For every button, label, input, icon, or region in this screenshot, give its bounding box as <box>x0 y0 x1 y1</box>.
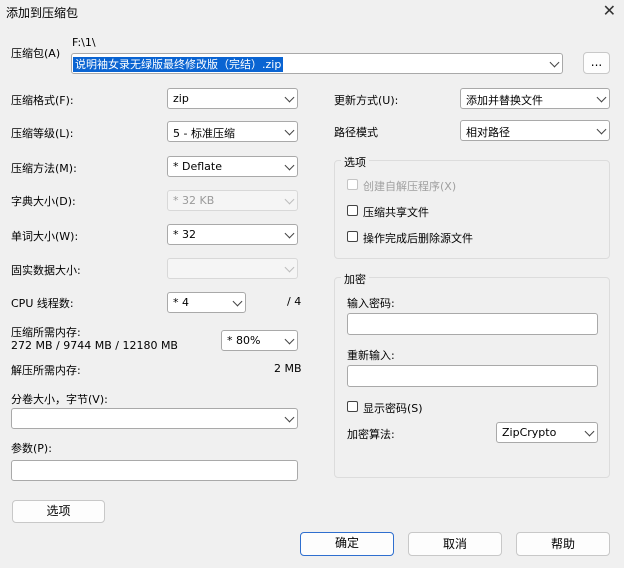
password-confirm-label: 重新输入: <box>347 349 395 362</box>
solid-select <box>167 258 298 279</box>
archive-path: F:\1\ <box>72 36 96 49</box>
archive-label: 压缩包(A) <box>11 47 61 60</box>
solid-label: 固实数据大小: <box>11 264 81 277</box>
chevron-down-icon <box>284 412 295 423</box>
chevron-down-icon <box>232 296 243 307</box>
update-label: 更新方式(U): <box>334 94 399 107</box>
shared-files-checkbox[interactable] <box>347 205 358 216</box>
decomp-value: 2 MB <box>274 362 302 375</box>
volume-combo[interactable] <box>11 408 298 429</box>
mem-percent-value: * 80% <box>227 334 261 347</box>
password-confirm-input[interactable] <box>347 365 598 387</box>
chevron-down-icon <box>284 160 295 171</box>
level-value: 5 - 标准压缩 <box>173 127 235 140</box>
params-input[interactable] <box>11 460 298 481</box>
cpu-select[interactable]: * 4 <box>167 292 246 313</box>
cpu-value: * 4 <box>173 296 189 309</box>
add-to-archive-dialog: 添加到压缩包 ✕ 压缩包(A) F:\1\ 说明袖女录无绿版最终修改版（完结）.… <box>0 0 624 568</box>
encryption-group-title: 加密 <box>341 271 369 287</box>
browse-button[interactable]: ... <box>583 52 610 74</box>
dict-label: 字典大小(D): <box>11 195 76 208</box>
chevron-down-icon <box>284 262 295 273</box>
delete-after-label[interactable]: 操作完成后删除源文件 <box>363 230 473 246</box>
path-mode-label: 路径模式 <box>334 126 378 139</box>
format-select[interactable]: zip <box>167 88 298 109</box>
shared-files-label[interactable]: 压缩共享文件 <box>363 204 429 220</box>
word-value: * 32 <box>173 228 196 241</box>
enc-method-value: ZipCrypto <box>502 426 557 439</box>
sfx-checkbox <box>347 179 358 190</box>
archive-name-combo[interactable]: 说明袖女录无绿版最终修改版（完结）.zip <box>71 53 563 74</box>
enc-method-label: 加密算法: <box>347 428 395 441</box>
mem-label: 压缩所需内存: <box>11 326 81 339</box>
chevron-down-icon <box>596 92 607 103</box>
help-button[interactable]: 帮助 <box>516 532 610 556</box>
word-select[interactable]: * 32 <box>167 224 298 245</box>
chevron-down-icon <box>284 194 295 205</box>
chevron-down-icon[interactable] <box>549 57 560 68</box>
params-label: 参数(P): <box>11 442 52 455</box>
title-bar: 添加到压缩包 ✕ <box>0 0 624 24</box>
volume-label: 分卷大小，字节(V): <box>11 393 108 406</box>
mem-detail: 272 MB / 9744 MB / 12180 MB <box>11 339 178 352</box>
chevron-down-icon <box>284 92 295 103</box>
options-group-title: 选项 <box>341 154 369 170</box>
cancel-button[interactable]: 取消 <box>408 532 502 556</box>
enc-method-select[interactable]: ZipCrypto <box>496 422 598 443</box>
cpu-label: CPU 线程数: <box>11 297 74 310</box>
chevron-down-icon <box>596 124 607 135</box>
update-value: 添加并替换文件 <box>466 94 543 107</box>
chevron-down-icon <box>284 125 295 136</box>
level-label: 压缩等级(L): <box>11 127 74 140</box>
ok-button[interactable]: 确定 <box>300 532 394 556</box>
chevron-down-icon <box>584 426 595 437</box>
word-label: 单词大小(W): <box>11 230 79 243</box>
format-value: zip <box>173 92 189 105</box>
window-title: 添加到压缩包 <box>6 6 79 20</box>
sfx-label: 创建自解压程序(X) <box>363 180 457 193</box>
method-select[interactable]: * Deflate <box>167 156 298 177</box>
method-value: * Deflate <box>173 160 222 173</box>
level-select[interactable]: 5 - 标准压缩 <box>167 121 298 142</box>
decomp-label: 解压所需内存: <box>11 364 81 377</box>
password-input[interactable] <box>347 313 598 335</box>
method-label: 压缩方法(M): <box>11 162 77 175</box>
show-password-checkbox[interactable] <box>347 401 358 412</box>
archive-name-text: 说明袖女录无绿版最终修改版（完结）.zip <box>73 57 284 72</box>
path-mode-select[interactable]: 相对路径 <box>460 120 610 141</box>
close-icon[interactable]: ✕ <box>603 1 616 20</box>
show-password-label[interactable]: 显示密码(S) <box>363 400 423 416</box>
options-button[interactable]: 选项 <box>12 500 105 523</box>
password-label: 输入密码: <box>347 297 395 310</box>
path-mode-value: 相对路径 <box>466 126 510 139</box>
chevron-down-icon <box>284 334 295 345</box>
format-label: 压缩格式(F): <box>11 94 74 107</box>
delete-after-checkbox[interactable] <box>347 231 358 242</box>
mem-percent-select[interactable]: * 80% <box>221 330 298 351</box>
chevron-down-icon <box>284 228 295 239</box>
cpu-total: / 4 <box>287 295 302 308</box>
update-select[interactable]: 添加并替换文件 <box>460 88 610 109</box>
dict-select: * 32 KB <box>167 190 298 211</box>
dict-value: * 32 KB <box>173 194 215 207</box>
